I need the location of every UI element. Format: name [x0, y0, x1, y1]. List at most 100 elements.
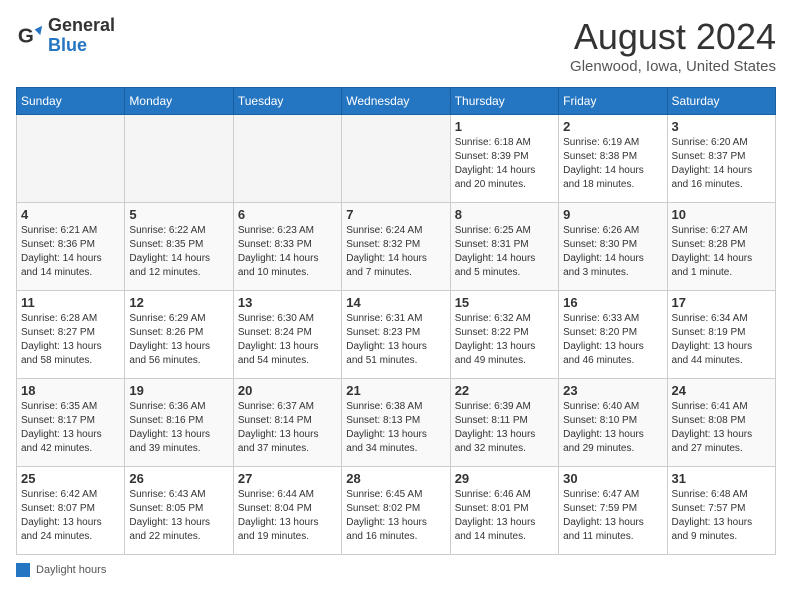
day-info: Sunrise: 6:31 AM Sunset: 8:23 PM Dayligh…	[346, 312, 445, 368]
day-number: 9	[563, 207, 662, 222]
day-number: 4	[21, 207, 120, 222]
day-info: Sunrise: 6:43 AM Sunset: 8:05 PM Dayligh…	[129, 488, 228, 544]
day-info: Sunrise: 6:22 AM Sunset: 8:35 PM Dayligh…	[129, 224, 228, 280]
calendar-header-day: Sunday	[17, 88, 125, 115]
day-number: 8	[455, 207, 554, 222]
day-info: Sunrise: 6:30 AM Sunset: 8:24 PM Dayligh…	[238, 312, 337, 368]
day-number: 24	[672, 383, 771, 398]
calendar-cell: 27 Sunrise: 6:44 AM Sunset: 8:04 PM Dayli…	[233, 467, 341, 555]
day-info: Sunrise: 6:24 AM Sunset: 8:32 PM Dayligh…	[346, 224, 445, 280]
day-info: Sunrise: 6:36 AM Sunset: 8:16 PM Dayligh…	[129, 400, 228, 456]
day-number: 20	[238, 383, 337, 398]
legend-color-box	[16, 563, 30, 577]
calendar-cell: 19 Sunrise: 6:36 AM Sunset: 8:16 PM Dayli…	[125, 379, 233, 467]
day-number: 2	[563, 119, 662, 134]
calendar-week-row: 25 Sunrise: 6:42 AM Sunset: 8:07 PM Dayli…	[17, 467, 776, 555]
calendar-cell: 12 Sunrise: 6:29 AM Sunset: 8:26 PM Dayli…	[125, 291, 233, 379]
day-info: Sunrise: 6:45 AM Sunset: 8:02 PM Dayligh…	[346, 488, 445, 544]
day-number: 6	[238, 207, 337, 222]
calendar-week-row: 18 Sunrise: 6:35 AM Sunset: 8:17 PM Dayli…	[17, 379, 776, 467]
day-info: Sunrise: 6:19 AM Sunset: 8:38 PM Dayligh…	[563, 136, 662, 192]
day-info: Sunrise: 6:34 AM Sunset: 8:19 PM Dayligh…	[672, 312, 771, 368]
day-info: Sunrise: 6:32 AM Sunset: 8:22 PM Dayligh…	[455, 312, 554, 368]
calendar-cell: 1 Sunrise: 6:18 AM Sunset: 8:39 PM Daylig…	[450, 115, 558, 203]
day-number: 7	[346, 207, 445, 222]
calendar-cell	[233, 115, 341, 203]
calendar-cell	[17, 115, 125, 203]
calendar-week-row: 11Sunrise: 6:28 AM Sunset: 8:27 PM Dayli…	[17, 291, 776, 379]
logo-icon: G	[16, 22, 44, 50]
day-info: Sunrise: 6:39 AM Sunset: 8:11 PM Dayligh…	[455, 400, 554, 456]
day-info: Sunrise: 6:37 AM Sunset: 8:14 PM Dayligh…	[238, 400, 337, 456]
calendar-week-row: 4 Sunrise: 6:21 AM Sunset: 8:36 PM Daylig…	[17, 203, 776, 291]
day-info: Sunrise: 6:42 AM Sunset: 8:07 PM Dayligh…	[21, 488, 120, 544]
day-number: 13	[238, 295, 337, 310]
calendar-header-day: Thursday	[450, 88, 558, 115]
calendar-cell: 21Sunrise: 6:38 AM Sunset: 8:13 PM Dayli…	[342, 379, 450, 467]
calendar-header-row: SundayMondayTuesdayWednesdayThursdayFrid…	[17, 88, 776, 115]
day-number: 27	[238, 471, 337, 486]
calendar-cell: 17 Sunrise: 6:34 AM Sunset: 8:19 PM Dayli…	[667, 291, 775, 379]
day-info: Sunrise: 6:47 AM Sunset: 7:59 PM Dayligh…	[563, 488, 662, 544]
calendar-cell: 15 Sunrise: 6:32 AM Sunset: 8:22 PM Dayli…	[450, 291, 558, 379]
day-info: Sunrise: 6:44 AM Sunset: 8:04 PM Dayligh…	[238, 488, 337, 544]
day-number: 25	[21, 471, 120, 486]
legend: Daylight hours	[16, 563, 776, 577]
title-block: August 2024 Glenwood, Iowa, United State…	[570, 16, 776, 75]
day-number: 31	[672, 471, 771, 486]
day-info: Sunrise: 6:21 AM Sunset: 8:36 PM Dayligh…	[21, 224, 120, 280]
calendar-cell	[342, 115, 450, 203]
calendar-cell: 8 Sunrise: 6:25 AM Sunset: 8:31 PM Daylig…	[450, 203, 558, 291]
logo: G General Blue	[16, 16, 115, 56]
day-number: 28	[346, 471, 445, 486]
calendar-cell: 13 Sunrise: 6:30 AM Sunset: 8:24 PM Dayli…	[233, 291, 341, 379]
calendar-header-day: Monday	[125, 88, 233, 115]
day-info: Sunrise: 6:29 AM Sunset: 8:26 PM Dayligh…	[129, 312, 228, 368]
calendar-cell: 6 Sunrise: 6:23 AM Sunset: 8:33 PM Daylig…	[233, 203, 341, 291]
calendar-cell: 29 Sunrise: 6:46 AM Sunset: 8:01 PM Dayli…	[450, 467, 558, 555]
day-number: 3	[672, 119, 771, 134]
day-info: Sunrise: 6:26 AM Sunset: 8:30 PM Dayligh…	[563, 224, 662, 280]
calendar-cell	[125, 115, 233, 203]
svg-text:G: G	[18, 24, 34, 47]
page-title: August 2024	[570, 16, 776, 58]
day-info: Sunrise: 6:35 AM Sunset: 8:17 PM Dayligh…	[21, 400, 120, 456]
day-info: Sunrise: 6:46 AM Sunset: 8:01 PM Dayligh…	[455, 488, 554, 544]
day-number: 19	[129, 383, 228, 398]
calendar-week-row: 1 Sunrise: 6:18 AM Sunset: 8:39 PM Daylig…	[17, 115, 776, 203]
day-number: 15	[455, 295, 554, 310]
calendar-cell: 26 Sunrise: 6:43 AM Sunset: 8:05 PM Dayli…	[125, 467, 233, 555]
calendar-cell: 23Sunrise: 6:40 AM Sunset: 8:10 PM Dayli…	[559, 379, 667, 467]
calendar-cell: 14Sunrise: 6:31 AM Sunset: 8:23 PM Dayli…	[342, 291, 450, 379]
day-info: Sunrise: 6:33 AM Sunset: 8:20 PM Dayligh…	[563, 312, 662, 368]
day-number: 1	[455, 119, 554, 134]
day-number: 18	[21, 383, 120, 398]
day-number: 30	[563, 471, 662, 486]
calendar-header-day: Saturday	[667, 88, 775, 115]
calendar-cell: 10Sunrise: 6:27 AM Sunset: 8:28 PM Dayli…	[667, 203, 775, 291]
calendar-cell: 7 Sunrise: 6:24 AM Sunset: 8:32 PM Daylig…	[342, 203, 450, 291]
calendar-cell: 2 Sunrise: 6:19 AM Sunset: 8:38 PM Daylig…	[559, 115, 667, 203]
calendar-cell: 22Sunrise: 6:39 AM Sunset: 8:11 PM Dayli…	[450, 379, 558, 467]
calendar-cell: 16 Sunrise: 6:33 AM Sunset: 8:20 PM Dayli…	[559, 291, 667, 379]
day-info: Sunrise: 6:18 AM Sunset: 8:39 PM Dayligh…	[455, 136, 554, 192]
calendar-cell: 3Sunrise: 6:20 AM Sunset: 8:37 PM Daylig…	[667, 115, 775, 203]
day-info: Sunrise: 6:23 AM Sunset: 8:33 PM Dayligh…	[238, 224, 337, 280]
day-number: 29	[455, 471, 554, 486]
calendar-cell: 31 Sunrise: 6:48 AM Sunset: 7:57 PM Dayli…	[667, 467, 775, 555]
day-number: 26	[129, 471, 228, 486]
calendar-header-day: Tuesday	[233, 88, 341, 115]
day-number: 5	[129, 207, 228, 222]
day-info: Sunrise: 6:25 AM Sunset: 8:31 PM Dayligh…	[455, 224, 554, 280]
calendar-header-day: Friday	[559, 88, 667, 115]
page-header: G General Blue August 2024 Glenwood, Iow…	[16, 16, 776, 75]
page-subtitle: Glenwood, Iowa, United States	[570, 58, 776, 75]
day-number: 16	[563, 295, 662, 310]
day-number: 17	[672, 295, 771, 310]
day-number: 12	[129, 295, 228, 310]
day-info: Sunrise: 6:48 AM Sunset: 7:57 PM Dayligh…	[672, 488, 771, 544]
day-number: 21	[346, 383, 445, 398]
calendar-cell: 24Sunrise: 6:41 AM Sunset: 8:08 PM Dayli…	[667, 379, 775, 467]
calendar-cell: 20 Sunrise: 6:37 AM Sunset: 8:14 PM Dayli…	[233, 379, 341, 467]
day-number: 10	[672, 207, 771, 222]
